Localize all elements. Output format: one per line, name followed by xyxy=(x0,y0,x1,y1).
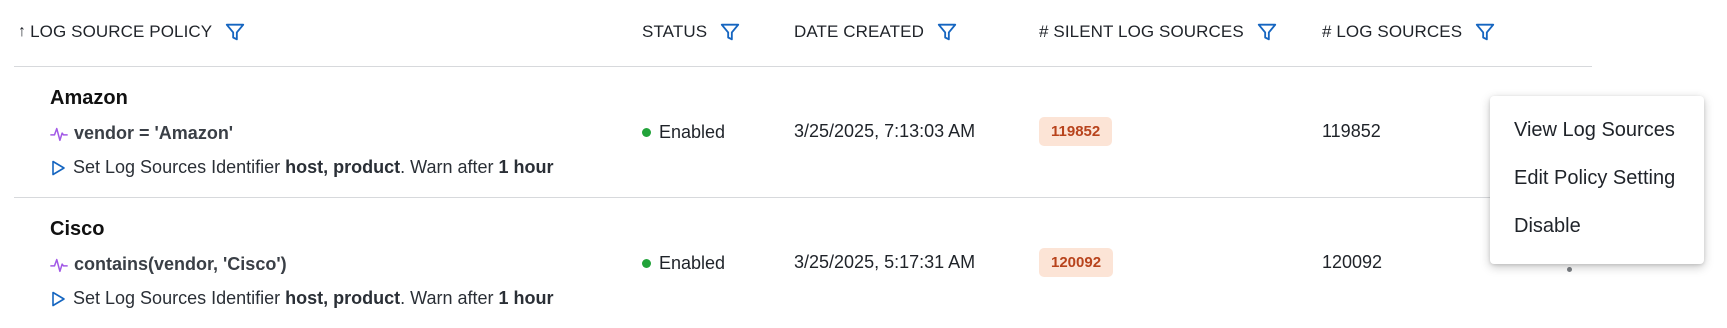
date-created: 3/25/2025, 5:17:31 AM xyxy=(794,252,976,272)
column-label-status: STATUS xyxy=(642,22,708,41)
column-label-log-sources: # LOG SOURCES xyxy=(1322,22,1463,41)
status-text: Enabled xyxy=(659,122,726,142)
funnel-icon[interactable] xyxy=(224,21,246,43)
policy-condition-text: contains(vendor, 'Cisco') xyxy=(74,254,287,274)
row-actions-menu: View Log Sources Edit Policy Setting Dis… xyxy=(1490,96,1704,264)
table-row[interactable]: Cisco contains(vendor, 'Cisco') Set Log … xyxy=(14,198,1592,328)
menu-item-disable[interactable]: Disable xyxy=(1514,215,1581,238)
description-prefix: Set Log Sources Identifier xyxy=(73,157,286,177)
description-mid: . Warn after xyxy=(400,157,499,177)
policy-name: Amazon xyxy=(50,87,128,109)
play-triangle-icon[interactable] xyxy=(50,291,66,307)
table-header: ↑ LOG SOURCE POLICY STATUS DATE CREATED … xyxy=(14,0,1592,67)
arrow-up-icon[interactable]: ↑ xyxy=(18,23,26,41)
status-dot xyxy=(642,259,651,268)
column-header-silent-log-sources[interactable]: # SILENT LOG SOURCES xyxy=(1039,21,1278,43)
column-header-status[interactable]: STATUS xyxy=(642,21,741,43)
kebab-icon[interactable] xyxy=(1567,267,1572,272)
column-label-silent-log-sources: # SILENT LOG SOURCES xyxy=(1039,22,1244,41)
policy-condition: vendor = 'Amazon' xyxy=(50,123,233,144)
menu-item-edit-policy-setting[interactable]: Edit Policy Setting xyxy=(1514,167,1675,190)
column-label-date-created: DATE CREATED xyxy=(794,22,924,41)
policy-name: Cisco xyxy=(50,218,105,240)
policy-condition-text: vendor = 'Amazon' xyxy=(74,123,234,143)
funnel-icon[interactable] xyxy=(1256,21,1278,43)
funnel-icon[interactable] xyxy=(719,21,741,43)
description-prefix: Set Log Sources Identifier xyxy=(73,288,286,308)
table-row[interactable]: Amazon vendor = 'Amazon' Set Log Sources… xyxy=(14,67,1592,198)
policy-condition: contains(vendor, 'Cisco') xyxy=(50,254,287,275)
funnel-icon[interactable] xyxy=(936,21,958,43)
silent-count-badge: 119852 xyxy=(1039,117,1113,146)
silent-count-badge: 120092 xyxy=(1039,248,1114,277)
menu-item-view-log-sources[interactable]: View Log Sources xyxy=(1514,119,1675,142)
pulse-icon xyxy=(50,127,68,141)
status-cell: Enabled xyxy=(642,122,725,143)
status-cell: Enabled xyxy=(642,253,725,274)
policy-description: Set Log Sources Identifier host, product… xyxy=(50,157,554,178)
description-interval: 1 hour xyxy=(498,157,554,177)
policy-description: Set Log Sources Identifier host, product… xyxy=(50,288,554,309)
column-label-policy: LOG SOURCE POLICY xyxy=(30,22,213,41)
column-header-log-sources[interactable]: # LOG SOURCES xyxy=(1322,21,1496,43)
play-triangle-icon[interactable] xyxy=(50,160,66,176)
log-source-count: 120092 xyxy=(1322,252,1383,272)
status-text: Enabled xyxy=(659,253,726,273)
description-interval: 1 hour xyxy=(498,288,554,308)
funnel-icon[interactable] xyxy=(1474,21,1496,43)
description-identifiers: host, product xyxy=(285,157,401,177)
column-header-policy[interactable]: ↑ LOG SOURCE POLICY xyxy=(18,21,246,43)
log-source-count: 119852 xyxy=(1322,121,1381,141)
log-source-policy-table: ↑ LOG SOURCE POLICY STATUS DATE CREATED … xyxy=(14,0,1592,328)
date-created: 3/25/2025, 7:13:03 AM xyxy=(794,121,976,141)
status-dot xyxy=(642,128,651,137)
description-identifiers: host, product xyxy=(285,288,401,308)
column-header-date-created[interactable]: DATE CREATED xyxy=(794,21,958,43)
pulse-icon xyxy=(50,258,68,272)
description-mid: . Warn after xyxy=(400,288,499,308)
